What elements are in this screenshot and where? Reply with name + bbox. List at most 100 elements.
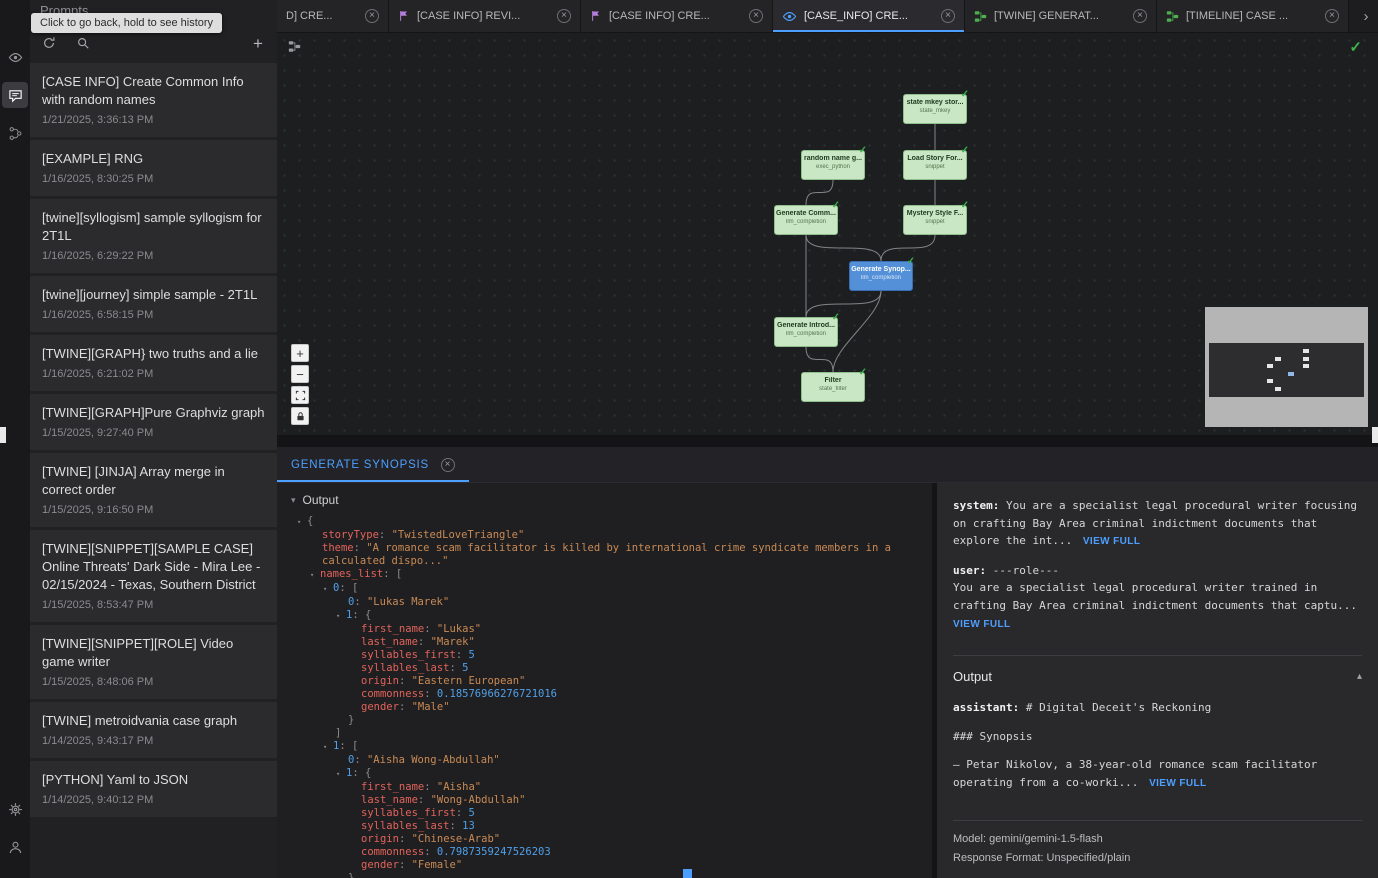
- tab-bar: D] CRE...×[CASE INFO] REVI...×[CASE INFO…: [277, 0, 1354, 32]
- collapse-chevron-icon[interactable]: ▾: [323, 741, 333, 754]
- graph-node[interactable]: state mkey stor...state_mkey✓: [903, 94, 967, 124]
- check-icon: ✓: [907, 256, 915, 267]
- panel-splitter[interactable]: [277, 435, 1378, 447]
- view-full-link[interactable]: VIEW FULL: [1149, 778, 1206, 789]
- prompts-sidebar: Prompts Click to go back, hold to see hi…: [30, 0, 277, 878]
- editor-tab[interactable]: [TIMELINE] CASE ...×: [1157, 0, 1349, 32]
- splitter-handle-left[interactable]: [0, 427, 6, 443]
- right-output-header[interactable]: Output ▴: [953, 668, 1362, 686]
- minimap[interactable]: [1205, 307, 1368, 427]
- output-section-header[interactable]: ▾ Output: [277, 483, 932, 513]
- chevron-up-icon[interactable]: ▴: [1357, 668, 1362, 686]
- prompt-title: [CASE INFO] Create Common Info with rand…: [42, 73, 265, 109]
- system-role-label: system:: [953, 499, 999, 512]
- gear-icon[interactable]: [2, 796, 28, 822]
- response-format-label: Response Format: Unspecified/plain: [953, 849, 1362, 868]
- system-message: system: You are a specialist legal proce…: [953, 497, 1362, 551]
- json-line: last_name: "Wong-Abdullah": [277, 794, 932, 807]
- collapse-chevron-icon[interactable]: ▾: [310, 569, 320, 582]
- check-icon: ✓: [961, 145, 969, 156]
- prompt-list-item[interactable]: [TWINE][SNIPPET][ROLE] Video game writer…: [30, 625, 277, 699]
- collapse-chevron-icon[interactable]: ▾: [336, 768, 346, 781]
- editor-tab[interactable]: [CASE_INFO] CRE...×: [773, 0, 965, 32]
- collapse-chevron-icon[interactable]: ▾: [336, 610, 346, 623]
- collapse-chevron-icon[interactable]: ▾: [297, 516, 307, 529]
- close-icon[interactable]: ×: [365, 9, 379, 23]
- close-icon[interactable]: ×: [1133, 9, 1147, 23]
- minimap-node-dot: [1303, 349, 1309, 353]
- close-icon[interactable]: ×: [1325, 9, 1339, 23]
- tab-label: [TWINE] GENERAT...: [994, 10, 1126, 22]
- user-message-text: You are a specialist legal procedural wr…: [953, 581, 1357, 612]
- graph-mode-icon[interactable]: [288, 40, 301, 53]
- prompt-list-item[interactable]: [TWINE][GRAPH} two truths and a lie1/16/…: [30, 335, 277, 391]
- graph-node[interactable]: Mystery Style F...snippet✓: [903, 205, 967, 235]
- json-line: syllables_last: 5: [277, 662, 932, 675]
- search-icon[interactable]: [74, 34, 92, 52]
- graph-node[interactable]: Generate Comm...llm_completion✓: [774, 205, 838, 235]
- prompt-list-item[interactable]: [PYTHON] Yaml to JSON1/14/2025, 9:40:12 …: [30, 761, 277, 817]
- json-line: }: [277, 872, 932, 878]
- prompt-list-item[interactable]: [TWINE][SNIPPET][SAMPLE CASE] Online Thr…: [30, 530, 277, 622]
- collapse-chevron-icon[interactable]: ▾: [323, 583, 333, 596]
- editor-tab[interactable]: D] CRE...×: [277, 0, 389, 32]
- user-role-label: user:: [953, 564, 986, 577]
- icon-rail-bottom: [0, 796, 30, 872]
- graph-node[interactable]: random name g...exec_python✓: [801, 150, 865, 180]
- graph-node[interactable]: Load Story For...snippet✓: [903, 150, 967, 180]
- lock-button[interactable]: [291, 407, 309, 425]
- prompt-list-item[interactable]: [EXAMPLE] RNG1/16/2025, 8:30:25 PM: [30, 140, 277, 196]
- prompt-list-item[interactable]: [TWINE][GRAPH]Pure Graphviz graph1/15/20…: [30, 394, 277, 450]
- node-canvas[interactable]: ✓ + − state mkey stor...state_mkey✓rando…: [277, 33, 1378, 435]
- tab-scroll-right-icon[interactable]: ›: [1354, 0, 1378, 32]
- graph-node[interactable]: Generate Introd...llm_completion✓: [774, 317, 838, 347]
- resize-handle[interactable]: [683, 869, 692, 878]
- flag-icon: [590, 10, 602, 22]
- json-line: ▾1: [: [277, 740, 932, 754]
- refresh-icon[interactable]: [40, 34, 58, 52]
- editor-tab[interactable]: [TWINE] GENERAT... ×: [965, 0, 1157, 32]
- app-window: Prompts Click to go back, hold to see hi…: [0, 0, 1378, 878]
- eye-icon[interactable]: [2, 44, 28, 70]
- json-line: ▾0: [: [277, 582, 932, 596]
- graph-node[interactable]: Filterstate_filter✓: [801, 372, 865, 402]
- output-header-label: Output: [303, 493, 339, 507]
- history-tooltip: Click to go back, hold to see history: [31, 13, 222, 33]
- splitter-handle-right[interactable]: [1372, 427, 1378, 443]
- close-icon[interactable]: ×: [749, 9, 763, 23]
- zoom-in-button[interactable]: +: [291, 344, 309, 362]
- close-icon[interactable]: ×: [441, 458, 455, 472]
- editor-tab[interactable]: [CASE INFO] CRE...×: [581, 0, 773, 32]
- node-title: random name g...: [802, 155, 864, 162]
- zoom-out-button[interactable]: −: [291, 365, 309, 383]
- prompt-list-item[interactable]: [twine][syllogism] sample syllogism for …: [30, 199, 277, 273]
- json-line: syllables_last: 13: [277, 820, 932, 833]
- graph-node[interactable]: Generate Synop...llm_completion✓: [849, 261, 913, 291]
- prompt-list-item[interactable]: [twine][journey] simple sample - 2T1L1/1…: [30, 276, 277, 332]
- prompt-list-item[interactable]: [TWINE] metroidvania case graph1/14/2025…: [30, 702, 277, 758]
- tab-generate-synopsis[interactable]: GENERATE SYNOPSIS ×: [277, 447, 469, 482]
- fit-view-button[interactable]: [291, 386, 309, 404]
- user-icon[interactable]: [2, 834, 28, 860]
- chevron-down-icon[interactable]: ▾: [291, 495, 296, 506]
- minimap-node-dot: [1267, 379, 1273, 383]
- editor-tab[interactable]: [CASE INFO] REVI...×: [389, 0, 581, 32]
- icon-rail-top: [0, 0, 30, 146]
- close-icon[interactable]: ×: [941, 9, 955, 23]
- node-title: Filter: [802, 377, 864, 384]
- minimap-node-dot: [1288, 372, 1294, 376]
- json-line: first_name: "Aisha": [277, 781, 932, 794]
- view-full-link[interactable]: VIEW FULL: [953, 616, 1010, 634]
- graph-valid-check-icon: ✓: [1349, 38, 1362, 56]
- json-line: ▾{: [277, 515, 932, 529]
- workflows-icon[interactable]: [2, 120, 28, 146]
- prompt-list-item[interactable]: [TWINE] [JINJA] Array merge in correct o…: [30, 453, 277, 527]
- add-prompt-button[interactable]: +: [249, 34, 267, 52]
- sidebar-toolbar: +: [40, 30, 267, 56]
- prompts-icon[interactable]: [2, 82, 28, 108]
- view-full-link[interactable]: VIEW FULL: [1083, 536, 1140, 547]
- spacer: [953, 803, 1362, 820]
- prompt-timestamp: 1/15/2025, 8:48:06 PM: [42, 676, 265, 688]
- prompt-list-item[interactable]: [CASE INFO] Create Common Info with rand…: [30, 63, 277, 137]
- close-icon[interactable]: ×: [557, 9, 571, 23]
